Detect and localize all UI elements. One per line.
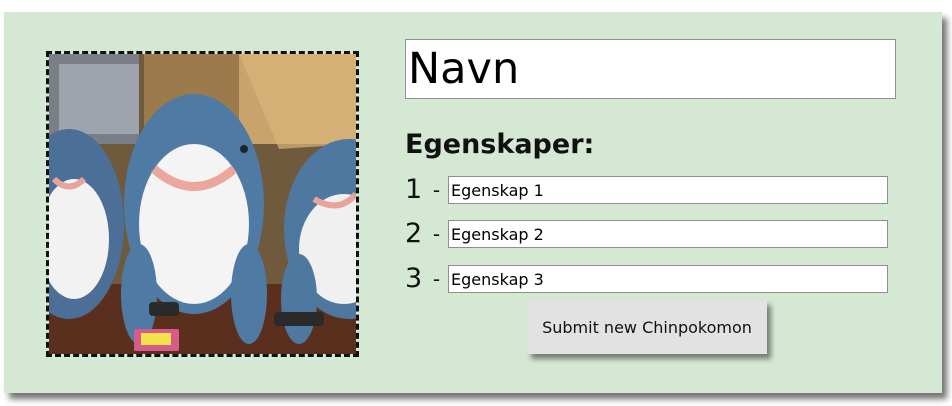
property-number: 2 — [405, 218, 423, 249]
property-row-3: 3 - — [405, 264, 888, 294]
chinpokomon-form-card: Egenskaper: 1 - 2 - 3 - Submit new Chinp… — [4, 12, 942, 393]
property-input-3[interactable] — [448, 265, 888, 293]
plush-shark-photo-icon — [49, 54, 356, 354]
property-separator: - — [432, 222, 441, 246]
property-row-1: 1 - — [405, 175, 888, 205]
property-row-2: 2 - — [405, 219, 888, 249]
chinpokomon-image[interactable] — [46, 51, 359, 357]
property-number: 1 — [405, 174, 423, 205]
property-separator: - — [432, 267, 441, 291]
property-separator: - — [432, 178, 441, 202]
properties-heading: Egenskaper: — [405, 129, 595, 160]
property-number: 3 — [405, 263, 423, 294]
property-input-2[interactable] — [448, 220, 888, 248]
name-input[interactable] — [405, 39, 896, 99]
property-input-1[interactable] — [448, 176, 888, 204]
submit-chinpokomon-button[interactable]: Submit new Chinpokomon — [527, 300, 767, 354]
